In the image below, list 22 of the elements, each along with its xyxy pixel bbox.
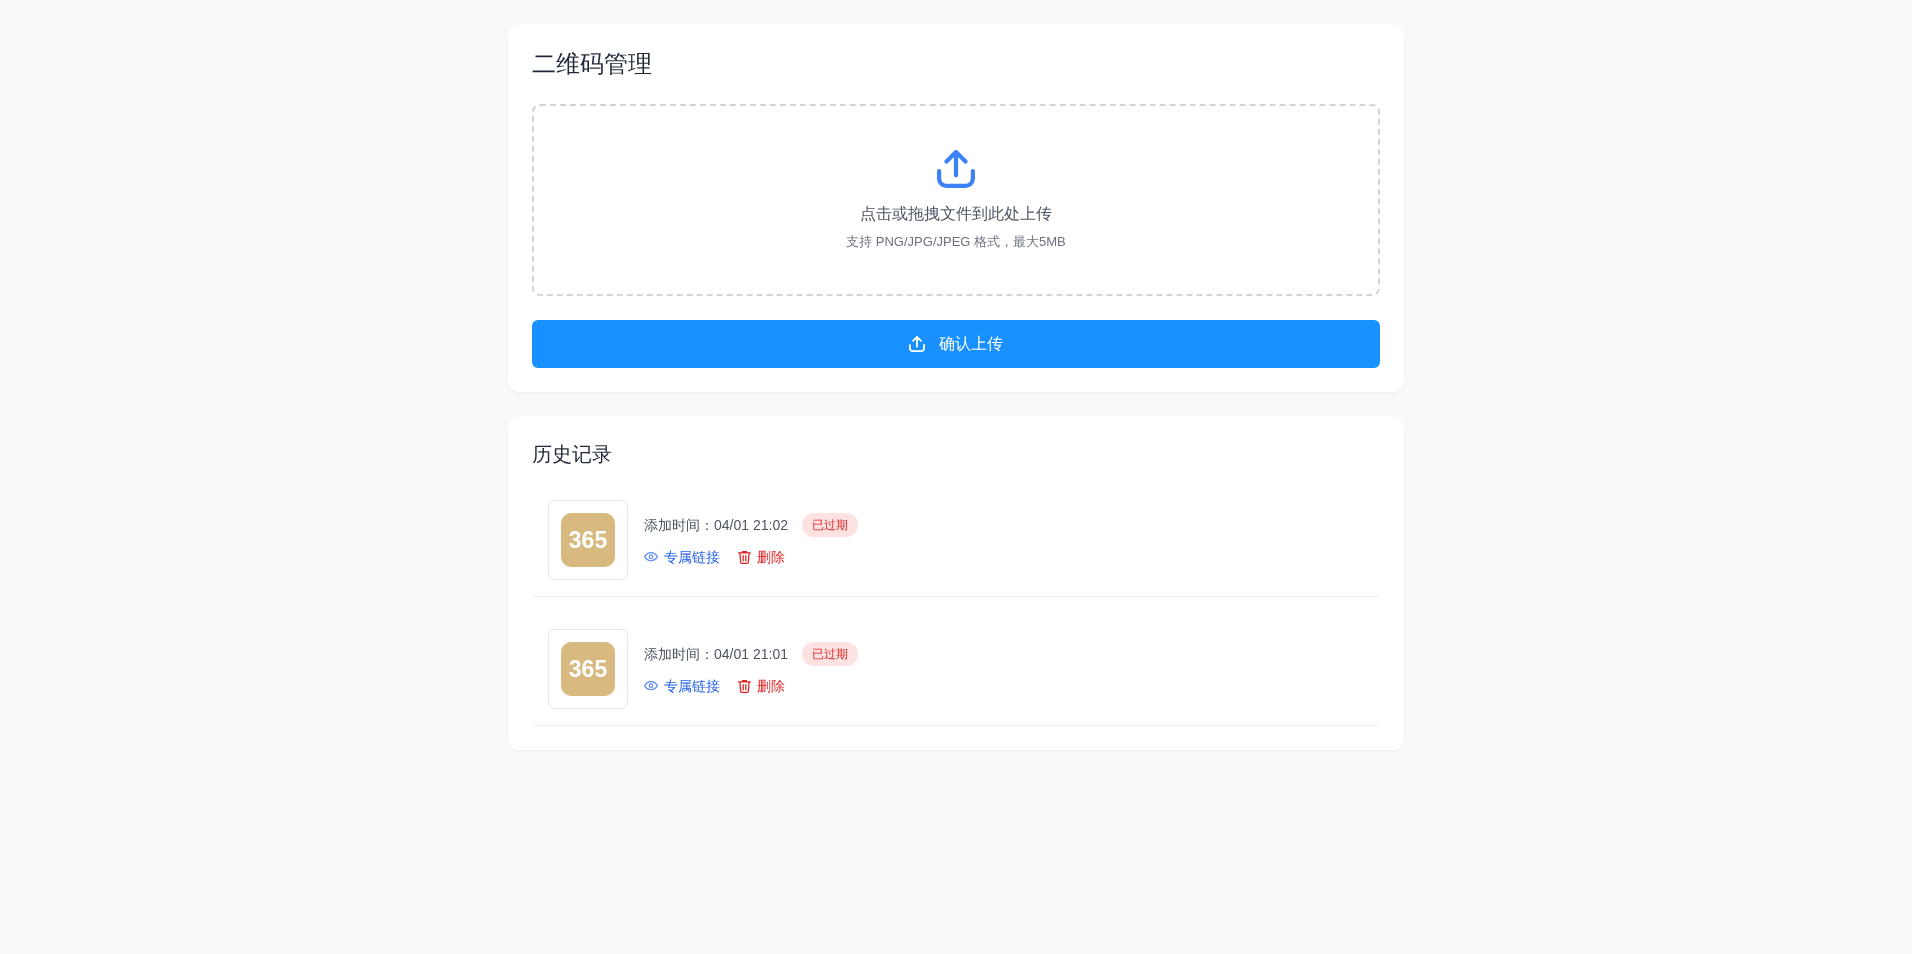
app-logo: 365 bbox=[561, 642, 615, 696]
status-badge: 已过期 bbox=[801, 513, 858, 537]
eye-icon bbox=[644, 552, 658, 562]
added-time: 添加时间：04/01 21:02 bbox=[644, 516, 788, 535]
upload-dropzone[interactable]: 点击或拖拽文件到此处上传 支持 PNG/JPG/JPEG 格式，最大5MB bbox=[532, 104, 1380, 296]
status-badge: 已过期 bbox=[801, 642, 858, 666]
added-time: 添加时间：04/01 21:01 bbox=[644, 645, 788, 664]
upload-prompt: 点击或拖拽文件到此处上传 bbox=[860, 204, 1052, 224]
eye-icon bbox=[644, 681, 658, 691]
delete-button[interactable]: 删除 bbox=[738, 676, 785, 696]
exclusive-link[interactable]: 专属链接 bbox=[644, 676, 720, 696]
upload-hint: 支持 PNG/JPG/JPEG 格式，最大5MB bbox=[846, 233, 1066, 251]
upload-icon bbox=[937, 150, 975, 188]
exclusive-link[interactable]: 专属链接 bbox=[644, 547, 720, 567]
delete-button[interactable]: 删除 bbox=[738, 547, 785, 567]
confirm-upload-button[interactable]: 确认上传 bbox=[532, 320, 1380, 368]
trash-icon bbox=[738, 679, 751, 693]
page-title: 二维码管理 bbox=[532, 49, 653, 79]
history-title: 历史记录 bbox=[532, 442, 613, 467]
trash-icon bbox=[738, 550, 751, 564]
app-logo: 365 bbox=[561, 513, 615, 567]
upload-icon bbox=[909, 336, 925, 352]
